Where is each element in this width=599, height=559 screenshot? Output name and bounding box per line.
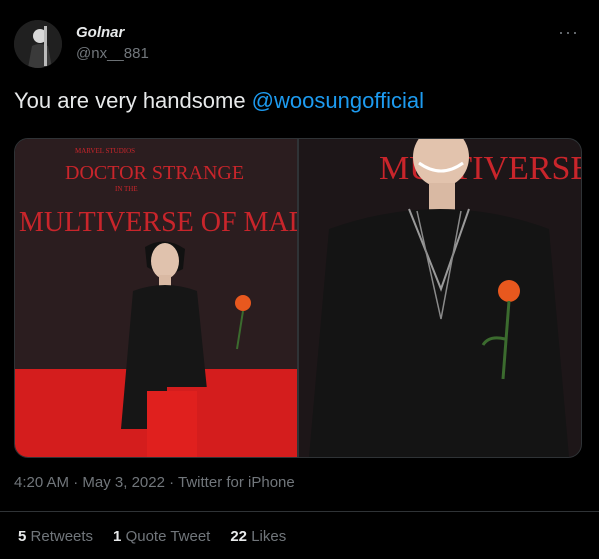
avatar[interactable] — [14, 20, 62, 68]
tweet-text: You are very handsome @woosungofficial — [14, 88, 424, 114]
retweets-label: Retweets — [30, 528, 94, 545]
divider — [0, 511, 599, 512]
engagement-stats: 5 Retweets 1 Quote Tweet 22 Likes — [18, 528, 286, 545]
quote-tweets-stat[interactable]: 1 Quote Tweet — [113, 528, 210, 545]
red-carpet-photo: MARVEL STUDIOS DOCTOR STRANGE IN THE MUL… — [15, 139, 297, 457]
tweet-meta: 4:20 AM · May 3, 2022 · Twitter for iPho… — [14, 474, 295, 491]
quote-tweets-count: 1 — [113, 528, 122, 545]
tweet-source[interactable]: Twitter for iPhone — [178, 474, 295, 491]
photo-right[interactable]: MULTIVERSE OF M — [299, 139, 581, 457]
likes-label: Likes — [251, 528, 287, 545]
mention-link[interactable]: @woosungofficial — [252, 88, 424, 113]
photo-left[interactable]: MARVEL STUDIOS DOCTOR STRANGE IN THE MUL… — [15, 139, 297, 457]
tweet-date[interactable]: May 3, 2022 — [82, 474, 165, 491]
backdrop-title-left: DOCTOR STRANGE — [65, 162, 244, 184]
user-avatar-icon — [14, 20, 62, 68]
meta-separator-2: · — [164, 474, 179, 491]
backdrop-marvel-left: MARVEL STUDIOS — [75, 147, 135, 155]
meta-separator-1: · — [69, 474, 83, 491]
likes-count: 22 — [230, 528, 248, 545]
backdrop-subtitle-left: MULTIVERSE OF MADNESS — [19, 207, 297, 238]
retweets-stat[interactable]: 5 Retweets — [18, 528, 93, 545]
backdrop-subtitle-right: MULTIVERSE OF M — [379, 150, 581, 187]
backdrop-in-the-left: IN THE — [115, 185, 138, 193]
author-display-name[interactable]: Golnar — [76, 24, 124, 41]
more-options-icon[interactable]: ··· — [558, 22, 579, 43]
media-grid: MARVEL STUDIOS DOCTOR STRANGE IN THE MUL… — [14, 138, 582, 458]
likes-stat[interactable]: 22 Likes — [230, 528, 286, 545]
quote-tweets-label: Quote Tweet — [125, 528, 211, 545]
author-handle[interactable]: @nx__881 — [76, 45, 149, 62]
closeup-photo: MULTIVERSE OF M — [299, 139, 581, 457]
tweet-time[interactable]: 4:20 AM — [14, 474, 69, 491]
retweets-count: 5 — [18, 528, 27, 545]
tweet-body: You are very handsome — [14, 88, 252, 113]
